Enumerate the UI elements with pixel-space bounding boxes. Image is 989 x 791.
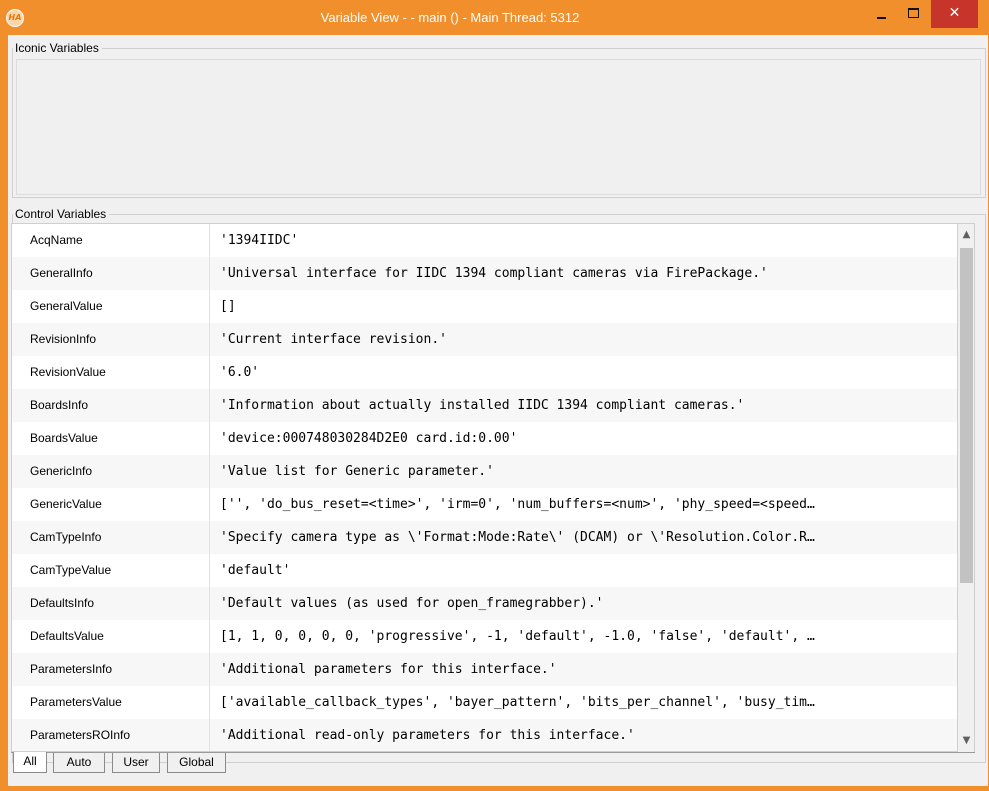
- variable-name: RevisionInfo: [12, 323, 210, 356]
- variable-tabs: All Auto User Global: [11, 752, 975, 776]
- table-row[interactable]: ParametersROInfo 'Additional read-only pa…: [12, 719, 957, 751]
- window-title: Variable View - - main () - Main Thread:…: [320, 10, 580, 25]
- iconic-variables-area[interactable]: [16, 59, 981, 195]
- variable-name: RevisionValue: [12, 356, 210, 389]
- table-row[interactable]: RevisionInfo 'Current interface revision.…: [12, 323, 957, 356]
- variable-name: DefaultsInfo: [12, 587, 210, 620]
- variable-name: ParametersValue: [12, 686, 210, 719]
- table-row[interactable]: GenericValue ['', 'do_bus_reset=<time>', …: [12, 488, 957, 521]
- table-row[interactable]: GeneralInfo 'Universal interface for IIDC…: [12, 257, 957, 290]
- table-row[interactable]: ParametersInfo 'Additional parameters for…: [12, 653, 957, 686]
- minimize-button[interactable]: [865, 0, 897, 28]
- variable-value: 'Information about actually installed II…: [220, 398, 745, 413]
- variable-name: GeneralInfo: [12, 257, 210, 290]
- variable-value: 'Specify camera type as \'Format:Mode:Ra…: [220, 530, 815, 545]
- table-row[interactable]: DefaultsValue [1, 1, 0, 0, 0, 0, 'progres…: [12, 620, 957, 653]
- variable-name: AcqName: [12, 224, 210, 257]
- close-icon: ✕: [948, 5, 961, 21]
- tab-global[interactable]: Global: [167, 753, 226, 773]
- table-row[interactable]: GenericInfo 'Value list for Generic param…: [12, 455, 957, 488]
- maximize-button[interactable]: [897, 0, 931, 28]
- variable-value: '6.0': [220, 365, 260, 380]
- variable-value: [1, 1, 0, 0, 0, 0, 'progressive', -1, 'd…: [220, 629, 815, 644]
- variable-value: 'Default values (as used for open_frameg…: [220, 596, 604, 611]
- variable-name: BoardsValue: [12, 422, 210, 455]
- variable-name: CamTypeInfo: [12, 521, 210, 554]
- maximize-icon: [908, 8, 919, 18]
- variable-value: '1394IIDC': [220, 233, 299, 248]
- table-row[interactable]: ParametersValue ['available_callback_type…: [12, 686, 957, 719]
- variable-value: 'Additional read-only parameters for thi…: [220, 728, 635, 743]
- window-bottom-border: [0, 786, 989, 791]
- variable-name: ParametersInfo: [12, 653, 210, 686]
- control-variables-label: Control Variables: [13, 207, 110, 221]
- variable-name: GeneralValue: [12, 290, 210, 323]
- table-row[interactable]: AcqName '1394IIDC': [12, 224, 957, 257]
- control-variables-table[interactable]: AcqName '1394IIDC' GeneralInfo 'Universal i…: [11, 223, 958, 752]
- variable-value: 'Universal interface for IIDC 1394 compl…: [220, 266, 768, 281]
- table-row[interactable]: CamTypeInfo 'Specify camera type as \'For…: [12, 521, 957, 554]
- minimize-icon: [877, 17, 886, 19]
- variable-value: 'Current interface revision.': [220, 332, 447, 347]
- close-button[interactable]: ✕: [931, 0, 978, 28]
- iconic-variables-group: Iconic Variables: [12, 41, 986, 198]
- variable-name: DefaultsValue: [12, 620, 210, 653]
- variable-name: GenericValue: [12, 488, 210, 521]
- tab-all[interactable]: All: [13, 752, 47, 773]
- variable-value: 'device:000748030284D2E0 card.id:0.00': [220, 431, 518, 446]
- variable-name: BoardsInfo: [12, 389, 210, 422]
- vertical-scrollbar[interactable]: ▲ ▼: [958, 223, 975, 752]
- table-row[interactable]: CamTypeValue 'default': [12, 554, 957, 587]
- variable-value: 'Additional parameters for this interfac…: [220, 662, 557, 677]
- tab-auto[interactable]: Auto: [53, 753, 105, 773]
- table-row[interactable]: DefaultsInfo 'Default values (as used for…: [12, 587, 957, 620]
- variable-value: ['available_callback_types', 'bayer_patt…: [220, 695, 815, 710]
- variable-value: 'Value list for Generic parameter.': [220, 464, 494, 479]
- variable-name: GenericInfo: [12, 455, 210, 488]
- table-row[interactable]: BoardsInfo 'Information about actually in…: [12, 389, 957, 422]
- scroll-thumb[interactable]: [960, 248, 973, 583]
- scroll-down-icon[interactable]: ▼: [958, 732, 975, 750]
- table-row[interactable]: BoardsValue 'device:000748030284D2E0 card…: [12, 422, 957, 455]
- tab-user[interactable]: User: [112, 753, 160, 773]
- title-bar[interactable]: HA Variable View - - main () - Main Thre…: [0, 0, 989, 35]
- table-row[interactable]: GeneralValue []: [12, 290, 957, 323]
- variable-value: ['', 'do_bus_reset=<time>', 'irm=0', 'nu…: [220, 497, 815, 512]
- scroll-up-icon[interactable]: ▲: [958, 226, 975, 244]
- variable-value: []: [220, 299, 236, 314]
- variable-value: 'default': [220, 563, 291, 578]
- iconic-variables-label: Iconic Variables: [13, 41, 102, 55]
- table-row[interactable]: RevisionValue '6.0': [12, 356, 957, 389]
- variable-name: ParametersROInfo: [12, 719, 210, 751]
- variable-name: CamTypeValue: [12, 554, 210, 587]
